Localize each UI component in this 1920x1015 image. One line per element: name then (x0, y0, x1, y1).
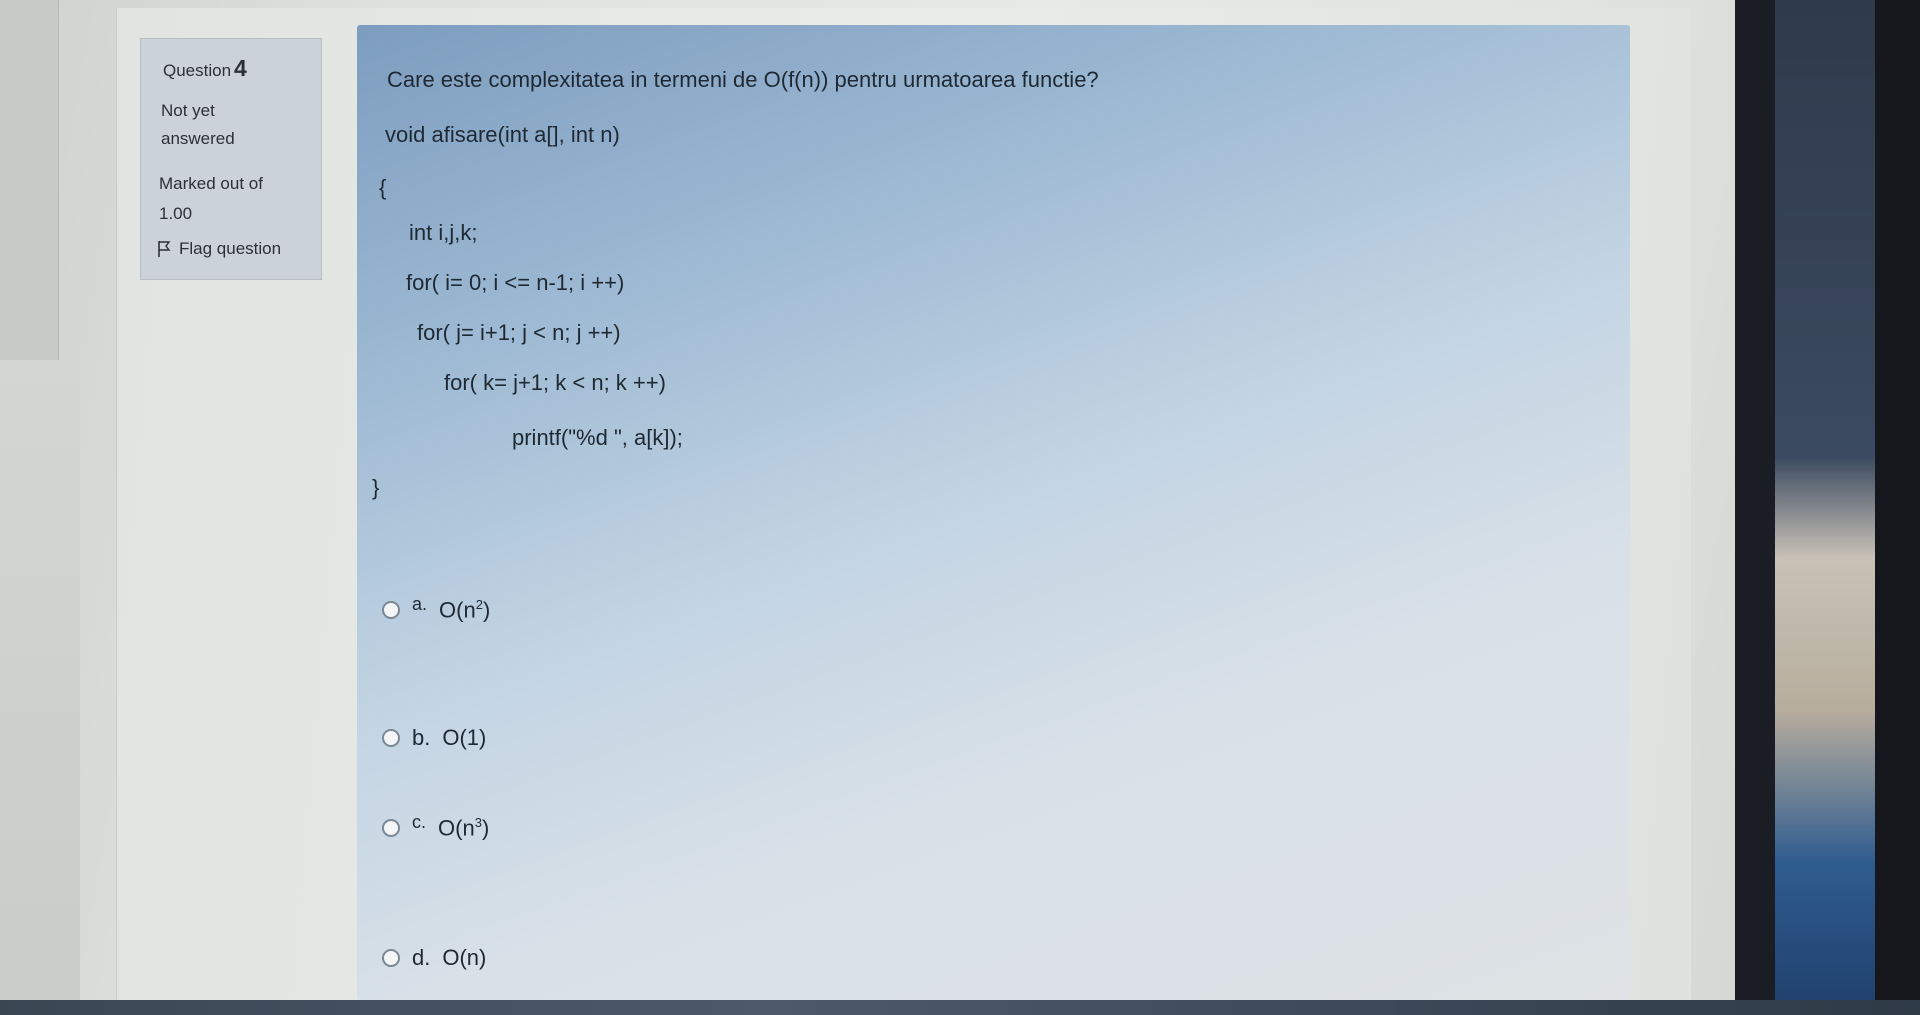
flag-icon (157, 240, 171, 258)
monitor-bezel (1735, 0, 1775, 1015)
question-label: Question (163, 61, 232, 80)
answer-text-c: O(n3) (438, 815, 490, 841)
answer-letter-a: a. (412, 593, 428, 614)
question-number-value: 4 (234, 55, 247, 81)
state-line-2: answered (161, 129, 235, 148)
code-line-loop-i: for( i= 0; i <= n-1; i ++) (406, 270, 625, 295)
radio-button-d[interactable] (382, 949, 400, 967)
monitor-edge (1875, 0, 1920, 1015)
question-content-panel: Care este complexitatea in termeni de O(… (357, 25, 1630, 1000)
code-line-close-brace: } (372, 475, 380, 500)
taskbar-edge (0, 1000, 1920, 1015)
answer-text-a: O(n2) (439, 597, 491, 623)
code-line-printf: printf("%d ", a[k]); (512, 425, 683, 450)
code-line-declaration: int i,j,k; (409, 220, 478, 245)
answer-letter-d: d. (412, 945, 431, 970)
state-line-1: Not yet (161, 101, 215, 120)
answer-option-c[interactable]: c. O(n3) (382, 811, 490, 841)
radio-button-a[interactable] (382, 601, 400, 620)
code-line-signature: void afisare(int a[], int n) (385, 122, 620, 147)
flag-question-button[interactable]: Flag question (157, 239, 281, 259)
radio-button-c[interactable] (382, 819, 400, 838)
radio-button-b[interactable] (382, 729, 400, 747)
answer-text-d: O(n) (442, 945, 487, 970)
left-background (0, 360, 80, 1015)
answer-option-b[interactable]: b. O(1) (382, 725, 486, 751)
question-text: Care este complexitatea in termeni de O(… (387, 67, 1099, 92)
code-line-open-brace: { (379, 175, 387, 200)
flag-question-label: Flag question (179, 239, 282, 258)
code-line-loop-j: for( j= i+1; j < n; j ++) (417, 320, 621, 345)
question-info-panel: Question 4 Not yet answered Marked out of… (140, 38, 322, 280)
answer-text-b: O(1) (442, 725, 487, 750)
question-grade: Marked out of 1.00 (159, 169, 309, 229)
question-number: Question 4 (163, 55, 247, 82)
code-line-loop-k: for( k= j+1; k < n; k ++) (444, 370, 666, 395)
answer-option-d[interactable]: d. O(n) (382, 945, 486, 971)
grade-line-1: Marked out of (159, 174, 263, 193)
left-sidebar-edge (0, 0, 59, 360)
answer-letter-b: b. (412, 725, 431, 750)
question-state: Not yet answered (161, 97, 311, 153)
answer-letter-c: c. (412, 811, 427, 832)
grade-line-2: 1.00 (159, 204, 193, 223)
background-scene (1775, 0, 1875, 1015)
answer-option-a[interactable]: a. O(n2) (382, 593, 491, 623)
